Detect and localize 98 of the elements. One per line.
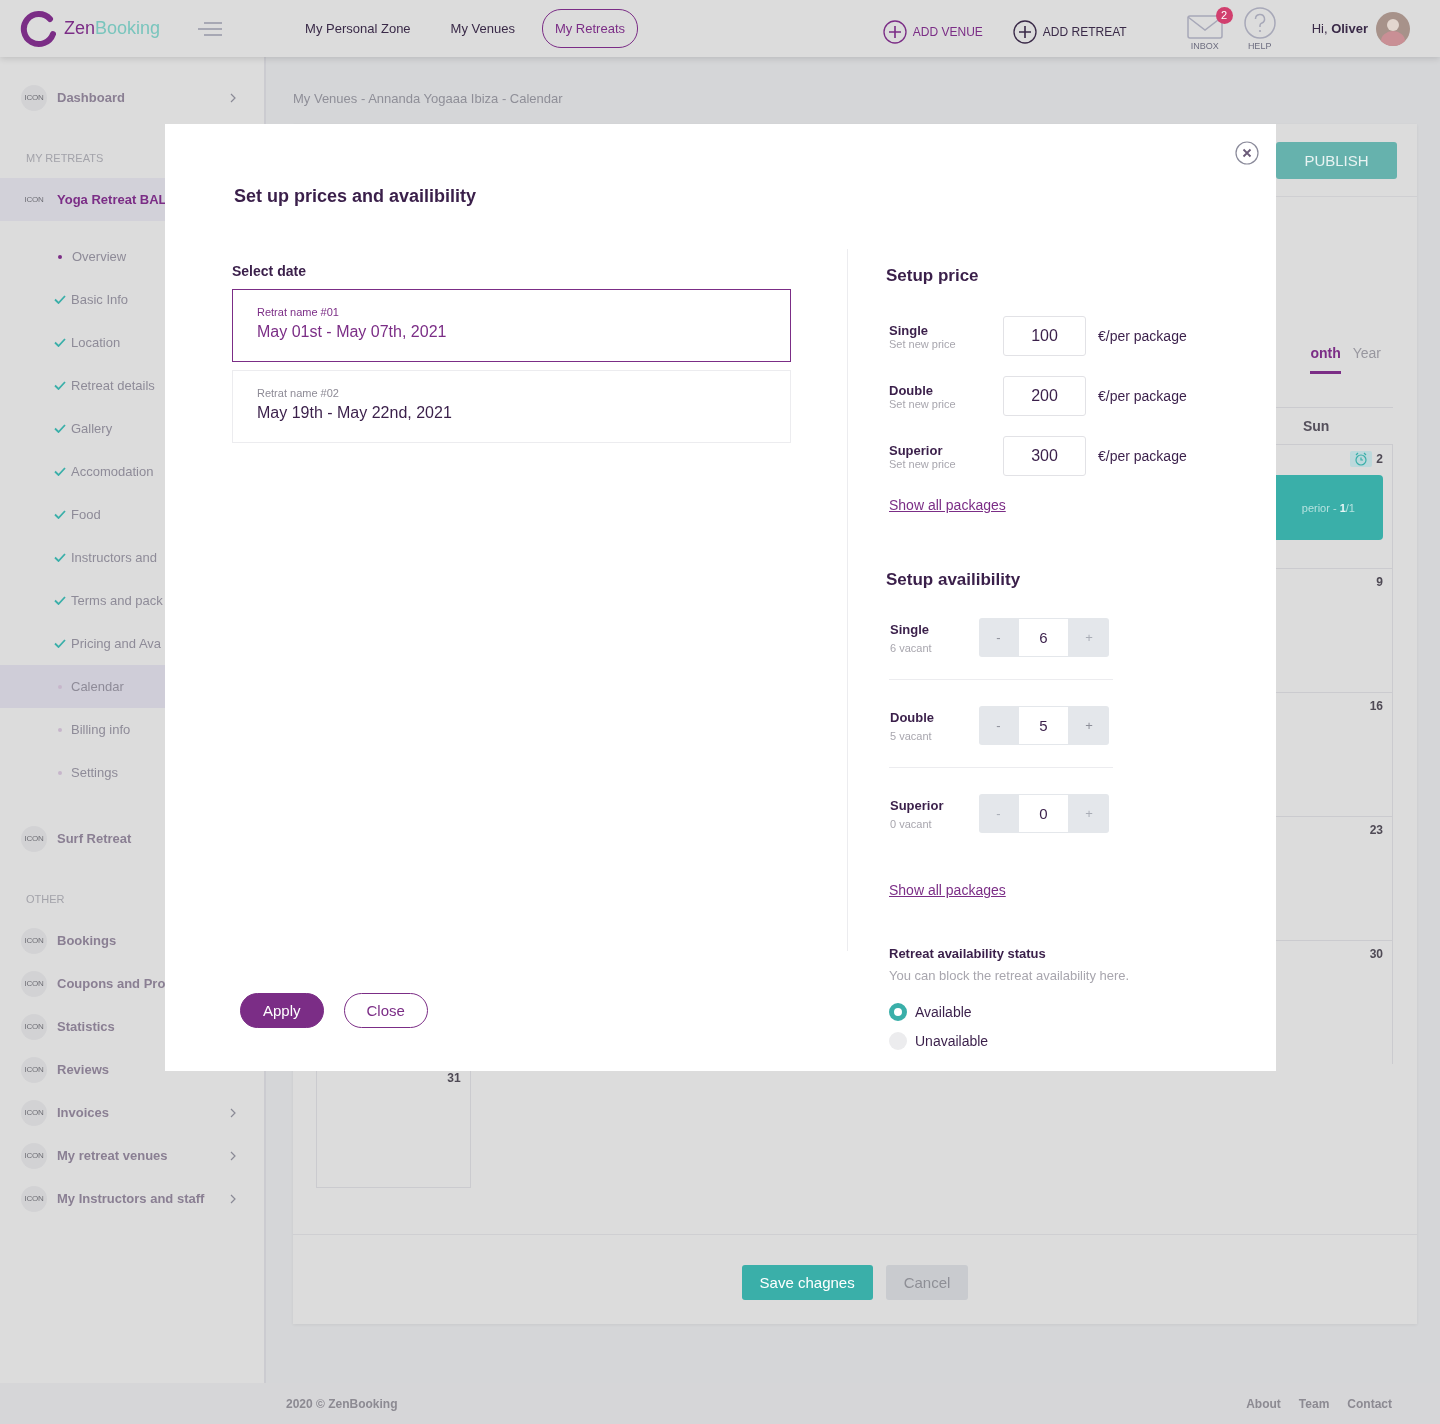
notification-badge: 2 [1215,7,1233,24]
package-name: Double [890,709,936,725]
nav-link[interactable]: My Venues [437,9,528,48]
nav-link[interactable]: My Retreats [541,9,638,48]
vacancy-text: 6 vacant [890,641,933,654]
day-number: 31 [447,1071,461,1085]
placeholder-icon: ICON [21,1142,47,1169]
day-number: 16 [1369,699,1383,713]
close-text-button[interactable]: Close [343,993,428,1028]
footer-link[interactable]: Team [1298,1396,1330,1411]
sidebar-subitem[interactable]: Settings [0,751,264,794]
sidebar-subitem[interactable]: Food [0,493,264,536]
day-number: 23 [1369,823,1383,837]
sidebar-item[interactable]: ICON My retreat venues [0,1134,264,1177]
section-label: Retreat availability status [889,946,1047,961]
hint-text: Set new price [889,337,957,350]
sidebar-item[interactable]: ICON Bookings [0,919,264,962]
apply-button[interactable]: Apply [240,993,324,1028]
sidebar-item[interactable]: ICON Invoices [0,1091,264,1134]
show-packages-link[interactable]: Show all packages [889,497,1006,513]
placeholder-icon: ICON [21,1099,47,1126]
day-number: 30 [1369,947,1383,961]
add-link[interactable]: ADD VENUE [882,19,983,44]
save-button[interactable]: Save chagnes [741,1265,873,1300]
copyright-text: 2020 © ZenBooking [286,1396,399,1411]
radio-option[interactable]: Unavailable [889,1032,1276,1050]
hint-text: You can block the retreat availability here. [889,968,1131,983]
day-number: 9 [1376,575,1383,589]
section-label: Select date [232,263,307,279]
sidebar-item[interactable]: ICON Surf Retreat [0,817,264,860]
sidebar-subitem[interactable]: Billing info [0,708,264,751]
vacancy-text: 0 vacant [890,817,933,830]
placeholder-icon: ICON [21,186,47,213]
placeholder-icon: ICON [21,1185,47,1212]
package-name: Single [890,621,930,637]
plus-circle-icon [882,19,907,44]
show-packages-link[interactable]: Show all packages [889,882,1006,898]
placeholder-icon: ICON [21,927,47,954]
cancel-button[interactable]: Cancel [885,1265,969,1300]
price-field[interactable]: 300 [1003,436,1086,476]
user-greeting: Hi, Oliver [1311,21,1368,36]
section-heading: MY RETREATS [25,151,105,166]
radio-option[interactable]: Available [889,1003,1276,1021]
add-link[interactable]: ADD RETREAT [1012,19,1127,44]
package-name: Single [889,322,929,338]
price-field[interactable]: 200 [1003,376,1086,416]
mail-icon [1186,13,1223,39]
placeholder-icon: ICON [21,970,47,997]
avatar-icon[interactable] [1376,11,1410,46]
inbox-button[interactable]: 2 INBOX [1186,6,1234,51]
placeholder-icon: ICON [21,1013,47,1040]
quantity-field[interactable]: 0 [1018,794,1069,833]
help-icon [1243,6,1276,39]
date-option[interactable]: Retrat name #02 May 19th - May 22nd, 2021 [232,370,791,443]
hint-text: Set new price [889,457,957,470]
package-name: Superior [889,442,944,458]
vacancy-text: 5 vacant [890,729,933,742]
unit-label: €/per package [1098,328,1187,344]
hint-text: Set new price [889,397,957,410]
logo-icon[interactable] [20,9,58,48]
quantity-field[interactable]: 5 [1018,706,1069,745]
day-number: 2 [1376,452,1383,466]
plus-circle-icon [1012,19,1037,44]
date-option[interactable]: Retrat name #01 May 01st - May 07th, 2021 [232,289,791,362]
logo-text[interactable]: ZenBooking [64,18,161,39]
section-title: Setup price [886,266,980,286]
view-tab[interactable]: onth [1310,343,1341,374]
placeholder-icon: ICON [21,84,47,111]
sidebar-subitem[interactable]: Accomodation [0,450,264,493]
sidebar-subitem[interactable]: Pricing and Ava [0,622,264,665]
placeholder-icon: ICON [21,825,47,852]
price-field[interactable]: 100 [1003,316,1086,356]
decrement-button[interactable]: - [979,706,1018,745]
nav-link[interactable]: My Personal Zone [292,9,424,48]
sidebar-subitem[interactable]: Instructors and [0,536,264,579]
breadcrumb: My Venues - Annanda Yogaaa Ibiza - Calendar [293,90,564,108]
help-button[interactable]: HELP [1243,6,1276,51]
close-button[interactable] [1235,141,1259,165]
footer-link[interactable]: Contact [1347,1396,1392,1411]
sidebar-subitem[interactable]: Terms and pack [0,579,264,622]
radio-button[interactable] [889,1003,907,1021]
unit-label: €/per package [1098,448,1187,464]
menu-icon[interactable] [198,20,225,37]
section-heading: OTHER [25,892,66,907]
sidebar-item[interactable]: ICON My Instructors and staff [0,1177,264,1220]
placeholder-icon: ICON [21,1056,47,1083]
package-name: Superior [890,797,945,813]
decrement-button[interactable]: - [979,618,1018,657]
quantity-field[interactable]: 6 [1018,618,1069,657]
footer-link[interactable]: About [1246,1396,1281,1411]
section-title: Setup availibility [886,570,1022,590]
unit-label: €/per package [1098,388,1187,404]
package-name: Double [889,382,935,398]
increment-button[interactable]: + [1069,706,1109,745]
sidebar-item[interactable]: ICON Dashboard [0,76,264,119]
view-tab[interactable]: Year [1352,343,1381,374]
sidebar-item[interactable]: ICON Reviews [0,1048,264,1091]
publish-button[interactable]: PUBLISH [1276,141,1397,179]
